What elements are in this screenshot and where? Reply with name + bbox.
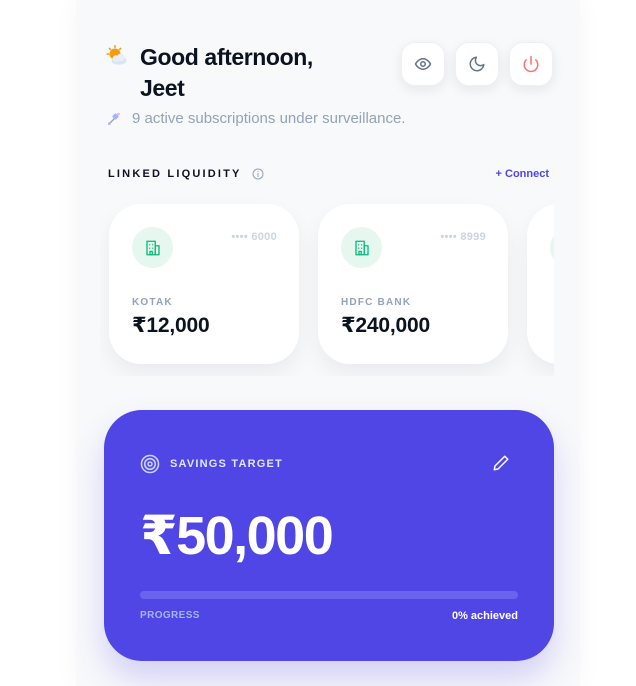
progress-label: PROGRESS — [140, 610, 200, 621]
greeting-text: Good afternoon, — [140, 44, 313, 70]
subscriptions-summary: 9 active subscriptions under surveillanc… — [106, 110, 405, 127]
account-card-kotak[interactable]: •••• 6000 KOTAK ₹12,000 — [109, 204, 299, 364]
bank-name: KOTAK — [132, 297, 173, 308]
account-mask: •••• 8999 — [440, 231, 486, 243]
account-mask: •••• 6000 — [231, 231, 277, 243]
account-card-partial[interactable] — [527, 204, 554, 364]
logout-button[interactable] — [509, 42, 553, 86]
moon-icon — [469, 56, 485, 72]
bank-icon-wrap — [341, 227, 382, 268]
target-icon — [140, 454, 160, 474]
savings-target-card[interactable]: SAVINGS TARGET ₹50,000 PROGRESS 0% achie… — [104, 410, 554, 661]
linked-liquidity-title: LINKED LIQUIDITY — [108, 168, 242, 180]
savings-progress-bar — [140, 591, 518, 599]
savings-amount: ₹50,000 — [140, 506, 334, 566]
toggle-visibility-button[interactable] — [401, 42, 445, 86]
account-balance: ₹240,000 — [341, 314, 430, 337]
section-title: LINKED LIQUIDITY — [108, 168, 264, 180]
power-icon — [523, 55, 539, 73]
linked-liquidity-header: LINKED LIQUIDITY + Connect — [108, 168, 549, 180]
sun-behind-cloud-icon — [106, 45, 127, 65]
bank-building-icon — [145, 240, 160, 255]
subscriptions-text: 9 active subscriptions under surveillanc… — [132, 110, 406, 127]
achieved-label: 0% achieved — [451, 610, 518, 622]
account-balance: ₹12,000 — [132, 314, 210, 337]
savings-header: SAVINGS TARGET — [140, 454, 283, 474]
info-icon[interactable] — [252, 168, 264, 180]
greeting-heading: Good afternoon, Jeet — [140, 42, 360, 104]
bank-building-icon — [354, 240, 369, 255]
pencil-icon[interactable] — [492, 454, 510, 472]
dark-mode-button[interactable] — [455, 42, 499, 86]
account-card-hdfc[interactable]: •••• 8999 HDFC BANK ₹240,000 — [318, 204, 508, 364]
user-name: Jeet — [140, 75, 185, 101]
satellite-icon — [108, 112, 120, 125]
bank-icon-wrap — [550, 227, 554, 268]
accounts-carousel[interactable]: •••• 6000 KOTAK ₹12,000 •••• 8999 HDFC B… — [100, 196, 554, 376]
connect-account-link[interactable]: + Connect — [496, 168, 549, 180]
eye-icon — [414, 58, 432, 70]
bank-icon-wrap — [132, 227, 173, 268]
bank-name: HDFC BANK — [341, 297, 412, 308]
savings-title: SAVINGS TARGET — [170, 458, 283, 470]
